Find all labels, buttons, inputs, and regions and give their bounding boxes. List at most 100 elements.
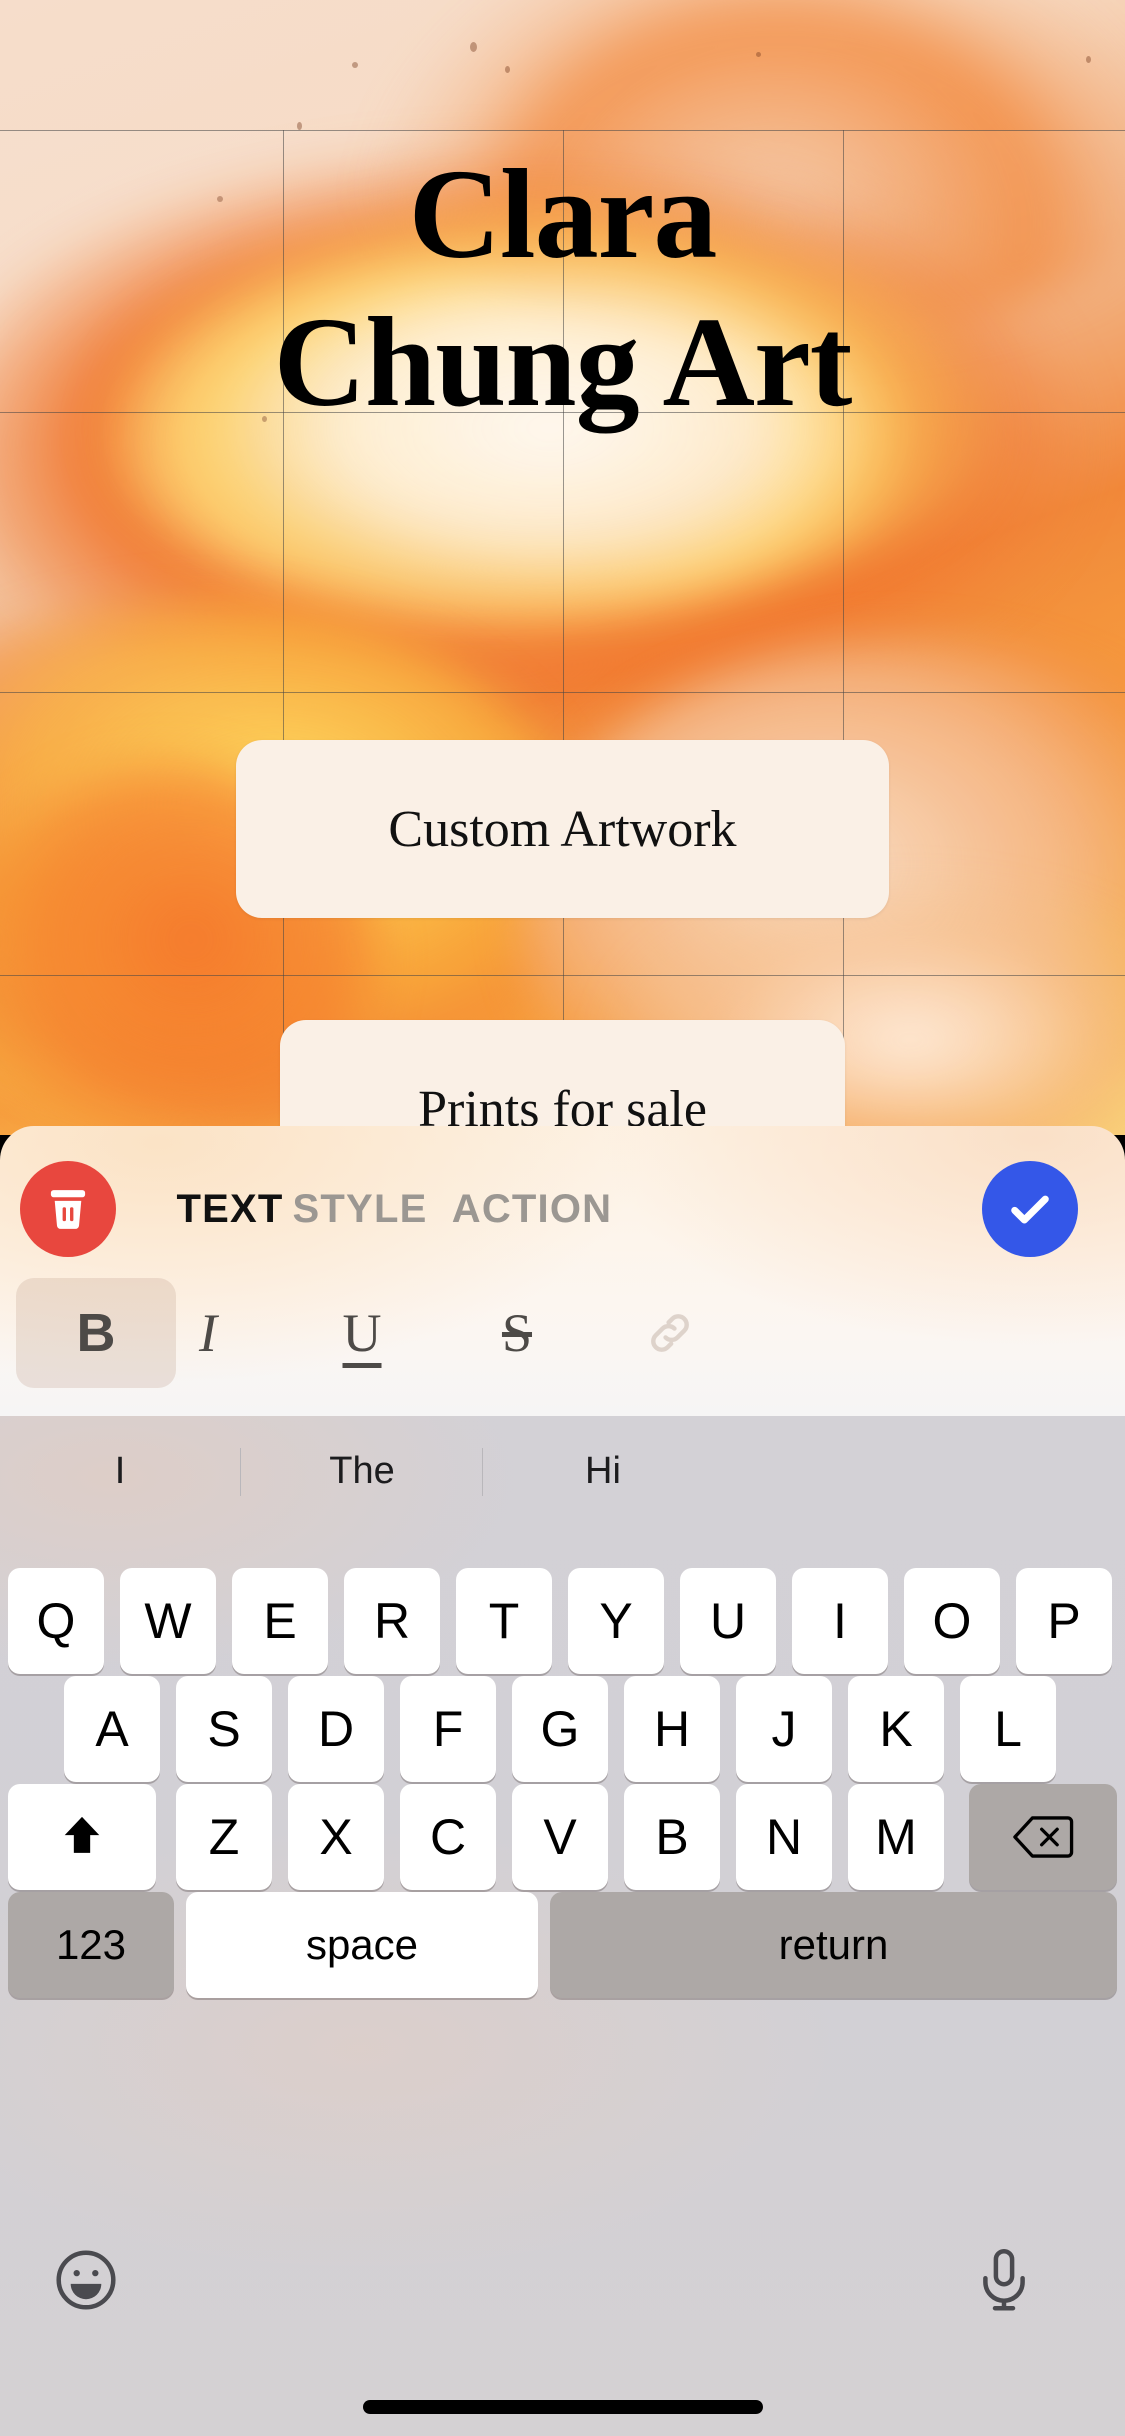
key-label: T [488, 1593, 520, 1649]
key-label: V [543, 1809, 577, 1865]
key-s[interactable]: S [176, 1676, 272, 1782]
key-m[interactable]: M [848, 1784, 944, 1890]
strikethrough-label: S [501, 1303, 533, 1363]
trash-icon [50, 1190, 86, 1229]
key-label: J [771, 1701, 797, 1757]
keyboard-row-4: 123 space return [0, 1892, 1125, 1998]
key-v[interactable]: V [512, 1784, 608, 1890]
key-i[interactable]: I [792, 1568, 888, 1674]
space-key[interactable]: space [186, 1892, 538, 1998]
key-g[interactable]: G [512, 1676, 608, 1782]
microphone-icon [983, 2248, 1025, 2311]
key-p[interactable]: P [1016, 1568, 1112, 1674]
text-editor-toolbar: TEXT STYLE ACTION B I U S [0, 1126, 1125, 1416]
key-b[interactable]: B [624, 1784, 720, 1890]
bold-label: B [76, 1303, 116, 1363]
key-label: C [429, 1809, 467, 1865]
key-label: K [879, 1701, 913, 1757]
grid-horizontal-line [0, 692, 1125, 693]
key-label: A [95, 1701, 129, 1757]
key-label: F [432, 1701, 464, 1757]
tab-action[interactable]: ACTION [422, 1154, 642, 1264]
key-j[interactable]: J [736, 1676, 832, 1782]
artwork-title[interactable]: Clara Chung Art [0, 140, 1125, 436]
return-key[interactable]: return [550, 1892, 1117, 1998]
grid-horizontal-line [0, 130, 1125, 131]
underline-button[interactable]: U [282, 1278, 442, 1388]
key-k[interactable]: K [848, 1676, 944, 1782]
key-u[interactable]: U [680, 1568, 776, 1674]
key-o[interactable]: O [904, 1568, 1000, 1674]
key-q[interactable]: Q [8, 1568, 104, 1674]
delete-button[interactable] [20, 1161, 116, 1257]
home-indicator [362, 2400, 763, 2414]
link-icon [651, 1314, 689, 1352]
key-d[interactable]: D [288, 1676, 384, 1782]
artwork-button-custom-artwork[interactable]: Custom Artwork [236, 740, 889, 918]
key-label: P [1047, 1593, 1081, 1649]
key-c[interactable]: C [400, 1784, 496, 1890]
grid-horizontal-line [0, 975, 1125, 976]
key-label: Q [36, 1593, 76, 1649]
key-label: D [317, 1701, 355, 1757]
tab-style-label: STYLE [292, 1187, 428, 1231]
suggestion-1[interactable]: The [252, 1416, 472, 1526]
suggestion-label: The [329, 1450, 395, 1492]
confirm-button[interactable] [982, 1161, 1078, 1257]
numbers-key-label: 123 [55, 1921, 127, 1968]
keyboard-row-3: ZXCVBNM [0, 1784, 1125, 1890]
key-label: L [994, 1701, 1022, 1757]
shift-arrow-icon [64, 1816, 100, 1853]
artwork-title-line2: Chung Art [273, 291, 853, 433]
key-label: Z [208, 1809, 240, 1865]
suggestion-2[interactable]: Hi [493, 1416, 713, 1526]
italic-button[interactable]: I [128, 1278, 288, 1388]
key-label: O [932, 1593, 972, 1649]
dictation-key[interactable] [962, 2238, 1046, 2322]
key-h[interactable]: H [624, 1676, 720, 1782]
italic-label: I [199, 1303, 217, 1363]
key-n[interactable]: N [736, 1784, 832, 1890]
key-label: G [540, 1701, 580, 1757]
suggestion-divider [240, 1448, 241, 1496]
key-label: M [875, 1809, 917, 1865]
key-label: E [263, 1593, 297, 1649]
keyboard-row-2: ASDFGHJKL [0, 1676, 1125, 1782]
suggestion-label: I [114, 1450, 126, 1492]
key-a[interactable]: A [64, 1676, 160, 1782]
key-y[interactable]: Y [568, 1568, 664, 1674]
return-key-label: return [778, 1921, 889, 1968]
key-z[interactable]: Z [176, 1784, 272, 1890]
key-label: I [833, 1593, 847, 1649]
tab-action-label: ACTION [451, 1187, 613, 1231]
key-w[interactable]: W [120, 1568, 216, 1674]
space-key-label: space [305, 1921, 419, 1968]
key-x[interactable]: X [288, 1784, 384, 1890]
keyboard-bottom-bar [0, 2216, 1125, 2346]
key-label: W [144, 1593, 192, 1649]
artwork-title-line1: Clara [408, 143, 718, 285]
link-button[interactable] [590, 1278, 750, 1388]
smiley-face-icon [56, 2250, 116, 2310]
suggestion-label: Hi [585, 1450, 621, 1492]
key-label: H [653, 1701, 691, 1757]
key-e[interactable]: E [232, 1568, 328, 1674]
key-label: B [655, 1809, 689, 1865]
toolbar-tab-row: TEXT STYLE ACTION [0, 1154, 1125, 1264]
key-label: X [319, 1809, 353, 1865]
software-keyboard: I The Hi Q W ERTYU I O P A S D F G H J K L Z X C V B … [0, 1416, 1125, 2436]
key-l[interactable]: L [960, 1676, 1056, 1782]
suggestion-divider [482, 1448, 483, 1496]
backspace-key[interactable] [969, 1784, 1117, 1890]
emoji-key[interactable] [44, 2238, 128, 2322]
shift-key[interactable] [8, 1784, 156, 1890]
suggestion-0[interactable]: I [10, 1416, 230, 1526]
key-label: S [207, 1701, 241, 1757]
key-t[interactable]: T [456, 1568, 552, 1674]
key-label: N [765, 1809, 803, 1865]
strikethrough-button[interactable]: S [437, 1278, 597, 1388]
key-f[interactable]: F [400, 1676, 496, 1782]
numbers-key[interactable]: 123 [8, 1892, 174, 1998]
key-r[interactable]: R [344, 1568, 440, 1674]
predictive-suggestion-bar: I The Hi [0, 1416, 1125, 1526]
